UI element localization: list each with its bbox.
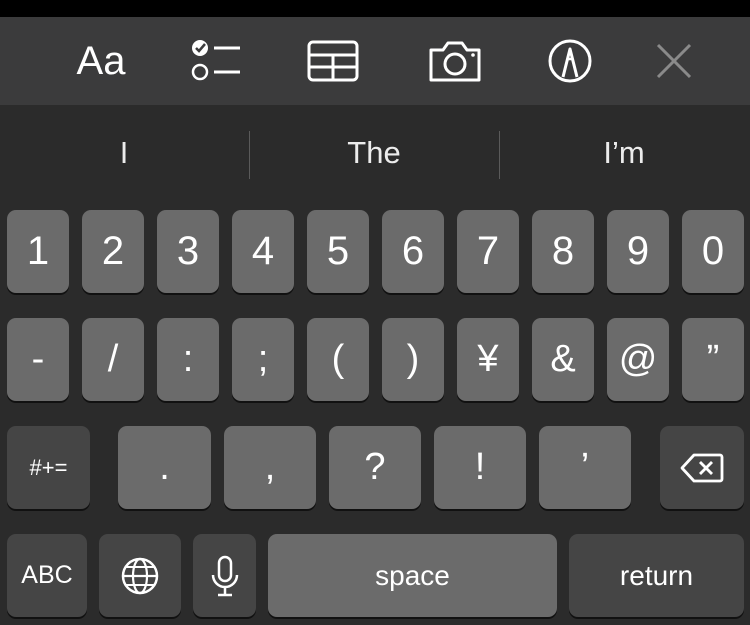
key-comma[interactable]: , (224, 426, 316, 509)
text-format-button[interactable]: Aa (68, 17, 134, 105)
key-more-symbols[interactable]: #+= (7, 426, 90, 509)
key-hyphen[interactable]: - (7, 318, 69, 401)
close-icon (656, 43, 692, 79)
space-bar[interactable]: space (268, 534, 557, 617)
notes-toolbar: Aa (0, 17, 750, 105)
markup-icon (548, 39, 592, 83)
key-question[interactable]: ? (329, 426, 421, 509)
key-0[interactable]: 0 (682, 210, 744, 293)
close-button[interactable] (652, 17, 696, 105)
table-button[interactable] (303, 17, 363, 105)
key-semicolon[interactable]: ; (232, 318, 294, 401)
globe-icon (121, 557, 159, 594)
microphone-icon (211, 555, 238, 596)
dictation-button[interactable] (193, 534, 256, 617)
delete-icon (680, 453, 724, 482)
prediction-3[interactable]: I’m (500, 127, 748, 179)
camera-button[interactable] (424, 17, 486, 105)
globe-button[interactable] (99, 534, 181, 617)
checklist-icon (191, 40, 240, 81)
key-abc[interactable]: ABC (7, 534, 87, 617)
key-period[interactable]: . (118, 426, 211, 509)
return-key[interactable]: return (569, 534, 744, 617)
key-colon[interactable]: : (157, 318, 219, 401)
key-close-paren[interactable]: ) (382, 318, 444, 401)
key-8[interactable]: 8 (532, 210, 594, 293)
prediction-2[interactable]: The (250, 127, 498, 179)
camera-icon (429, 41, 481, 82)
key-quote[interactable]: ” (682, 318, 744, 401)
key-yen[interactable]: ¥ (457, 318, 519, 401)
status-strip (0, 0, 750, 17)
key-4[interactable]: 4 (232, 210, 294, 293)
checklist-button[interactable] (188, 17, 246, 105)
key-5[interactable]: 5 (307, 210, 369, 293)
key-slash[interactable]: / (82, 318, 144, 401)
key-exclamation[interactable]: ! (434, 426, 526, 509)
markup-button[interactable] (543, 17, 597, 105)
key-2[interactable]: 2 (82, 210, 144, 293)
delete-button[interactable] (660, 426, 744, 509)
key-7[interactable]: 7 (457, 210, 519, 293)
key-9[interactable]: 9 (607, 210, 669, 293)
predictive-bar: I The I’m (0, 105, 750, 205)
key-1[interactable]: 1 (7, 210, 69, 293)
key-apostrophe[interactable]: ’ (539, 426, 631, 509)
prediction-1[interactable]: I (0, 127, 248, 179)
key-6[interactable]: 6 (382, 210, 444, 293)
key-3[interactable]: 3 (157, 210, 219, 293)
key-at[interactable]: @ (607, 318, 669, 401)
key-open-paren[interactable]: ( (307, 318, 369, 401)
key-ampersand[interactable]: & (532, 318, 594, 401)
table-icon (307, 40, 359, 82)
